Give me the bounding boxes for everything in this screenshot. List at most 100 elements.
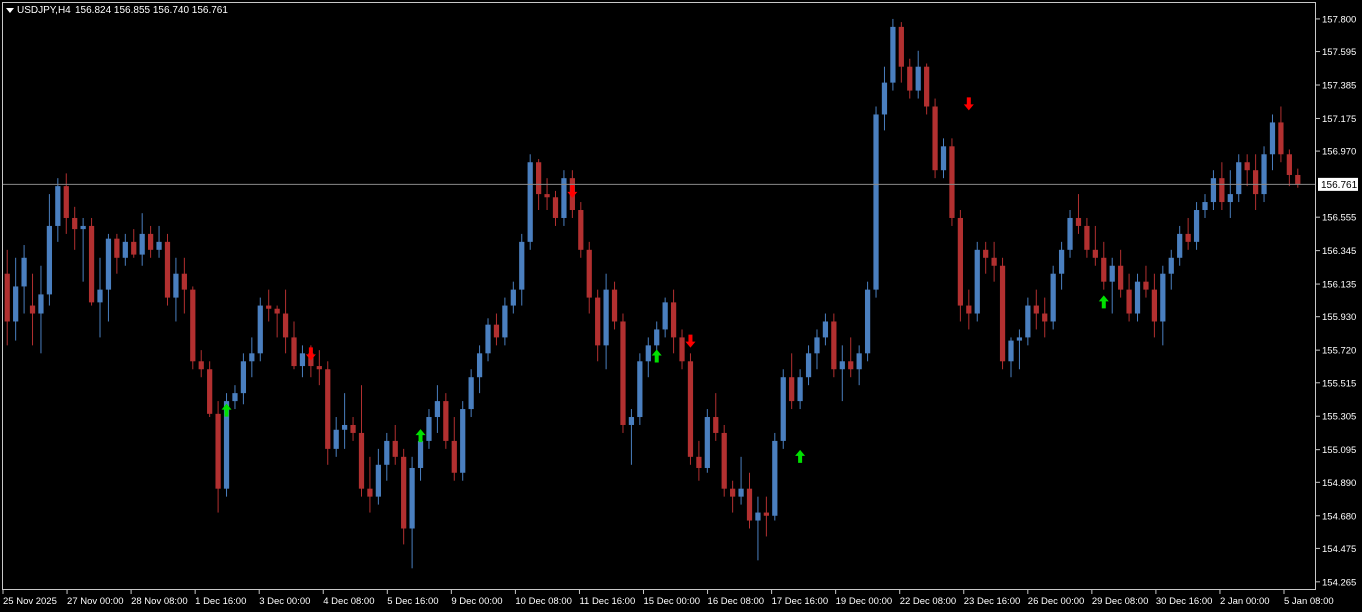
time-tick-label: 15 Dec 00:00 (644, 596, 701, 607)
candle-body (873, 114, 879, 290)
candle-body (282, 313, 289, 338)
time-tick-label: 4 Dec 08:00 (323, 596, 374, 607)
candle-body (831, 321, 837, 370)
time-tick-label: 3 Dec 00:00 (259, 596, 310, 607)
candle-body (29, 305, 36, 314)
candle-body (46, 225, 53, 295)
candle (704, 409, 710, 473)
candle-body (1151, 289, 1158, 322)
chart-window[interactable]: 157.800 157.595 157.385 157.175 156.970 156.5… (0, 0, 1362, 612)
candle-body (536, 162, 542, 195)
candle-body (544, 194, 550, 198)
time-tick-label: 22 Dec 08:00 (900, 596, 957, 607)
candle-body (207, 369, 213, 414)
candle-body (940, 146, 947, 171)
price-tick-label: 154.680 (1322, 511, 1356, 522)
candle-body (645, 345, 651, 362)
candle (873, 106, 879, 298)
time-tick-label: 2 Jan 00:00 (1220, 596, 1270, 607)
candle-body (1008, 340, 1014, 362)
candle (257, 297, 263, 362)
candle-body (704, 417, 710, 468)
candle (527, 154, 533, 250)
candle-body (139, 233, 145, 255)
candle-body (1143, 281, 1149, 290)
candle-body (502, 305, 508, 338)
candle (890, 18, 896, 91)
candle-body (1134, 281, 1141, 314)
candle-body (476, 353, 483, 378)
candle-body (333, 429, 339, 449)
candle-body (552, 197, 559, 218)
candle-body (898, 26, 904, 67)
time-tick-label: 10 Dec 08:00 (515, 596, 572, 607)
candle-body (443, 401, 449, 441)
candle-body (881, 82, 888, 115)
candle-body (1236, 162, 1242, 195)
price-tick-label: 154.265 (1322, 577, 1356, 588)
candle-body (730, 488, 736, 497)
candle-body (1160, 273, 1166, 322)
candle-body (274, 308, 280, 314)
candle-body (63, 186, 69, 218)
candle-body (603, 289, 609, 346)
candle-body (451, 440, 457, 473)
price-tick-label: 154.475 (1322, 544, 1356, 555)
price-tick-label: 154.890 (1322, 478, 1356, 489)
candle-body (1295, 174, 1301, 185)
candle-body (1252, 170, 1259, 195)
candle-body (1219, 178, 1225, 203)
candle-body (114, 238, 120, 258)
candle-body (299, 353, 306, 367)
candle-body (375, 464, 381, 497)
candle-body (460, 409, 466, 473)
candle-body (1193, 210, 1200, 242)
candle-body (493, 324, 500, 338)
price-tick-label: 156.555 (1322, 213, 1356, 224)
candle (864, 281, 871, 362)
candle (780, 369, 786, 449)
candle-body (97, 289, 103, 303)
candle-body (915, 66, 921, 91)
candle-body (1286, 154, 1292, 175)
candle-body (1126, 289, 1132, 314)
candle-body (1067, 217, 1073, 250)
candle-body (670, 302, 677, 338)
candle-body (1016, 337, 1023, 341)
candle-body (628, 417, 635, 425)
candle-body (839, 361, 845, 370)
candle-body (763, 512, 769, 516)
time-tick-label: 23 Dec 16:00 (964, 596, 1021, 607)
candle-body (519, 241, 525, 290)
time-tick-label: 25 Nov 2025 (3, 596, 57, 607)
candle-body (215, 413, 221, 489)
candle-body (55, 186, 61, 226)
candle (460, 401, 466, 481)
candle-body (924, 66, 930, 107)
candle (443, 393, 449, 449)
price-tick-label: 157.595 (1322, 47, 1356, 58)
candle (721, 424, 727, 497)
candle-body (240, 361, 247, 394)
candle-body (713, 417, 719, 433)
price-tick-label: 155.930 (1322, 312, 1356, 323)
candle-body (1210, 178, 1217, 203)
candle-body (367, 488, 373, 497)
candle-body (131, 241, 137, 255)
candle-body (1050, 273, 1056, 322)
time-tick-label: 9 Dec 00:00 (451, 596, 502, 607)
candle-body (181, 273, 187, 290)
price-chart[interactable]: 157.800 157.595 157.385 157.175 156.970 156.5… (0, 0, 1362, 612)
time-tick-label: 19 Dec 00:00 (836, 596, 893, 607)
candle-body (721, 432, 727, 489)
candle-body (738, 488, 744, 497)
candle (207, 361, 213, 418)
candle-body (434, 401, 441, 418)
candle (999, 257, 1006, 370)
candle-body (949, 146, 955, 218)
candle-body (198, 361, 204, 370)
price-tick-label: 155.720 (1322, 346, 1356, 357)
price-tick-label: 157.385 (1322, 81, 1356, 92)
price-tick-label: 156.345 (1322, 246, 1356, 257)
candle-body (232, 393, 238, 402)
